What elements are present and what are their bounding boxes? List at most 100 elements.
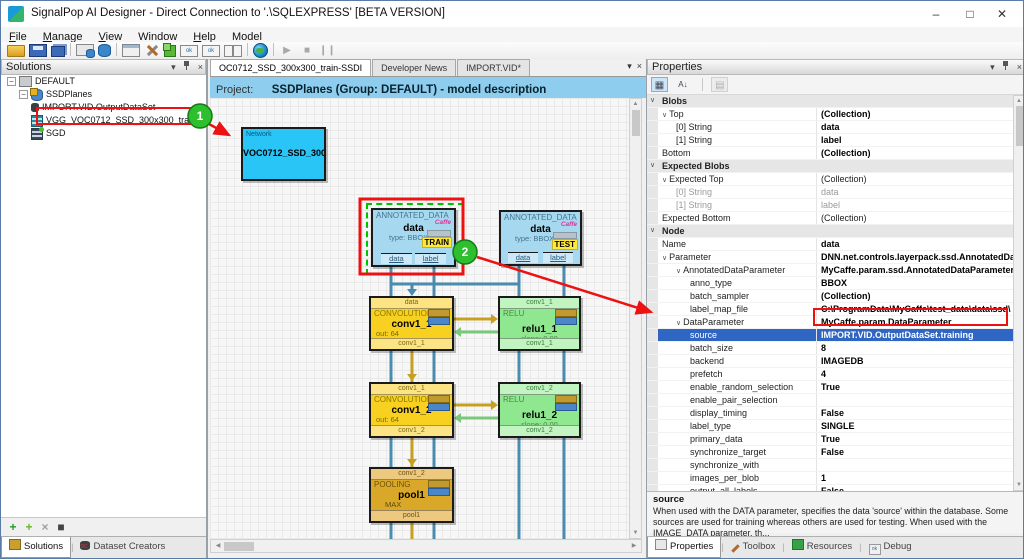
scroll-down-icon[interactable]: ▼: [1014, 481, 1023, 489]
pin-icon[interactable]: [184, 61, 190, 70]
property-label-type[interactable]: label_type SINGLE: [647, 420, 1014, 433]
minimize-button[interactable]: –: [921, 5, 951, 23]
property-batch-size[interactable]: batch_size 8: [647, 342, 1014, 355]
test-window-icon[interactable]: ok: [180, 45, 198, 57]
node-relu1_2[interactable]: conv1_2 RELU relu1_2 slope: 0.00 conv1_2: [498, 382, 581, 438]
tree-item-vgg-voc0712-ssd-300x300-train[interactable]: VGG_VOC0712_SSD_300x300_train: [1, 114, 206, 127]
expand-chevron-icon[interactable]: ∨: [662, 255, 667, 262]
grid-scrollbar[interactable]: ▲ ▼: [1013, 95, 1023, 491]
test-window-2-icon[interactable]: ok: [202, 45, 220, 57]
output-port[interactable]: conv1_1: [500, 338, 579, 349]
input-port[interactable]: conv1_2: [500, 384, 579, 395]
property--1-string[interactable]: [1] String label: [647, 199, 1014, 212]
scrollbar-thumb[interactable]: [1016, 106, 1023, 146]
property-value[interactable]: MyCaffe.param.ssd.AnnotatedDataParameter: [817, 264, 1014, 276]
tab-solutions[interactable]: Solutions: [1, 537, 72, 558]
property-annotateddataparameter[interactable]: ∨ AnnotatedDataParameter MyCaffe.param.ssd…: [647, 264, 1014, 277]
canvas-vertical-scrollbar[interactable]: ▲ ▼: [629, 98, 642, 539]
scroll-up-icon[interactable]: ▲: [1014, 97, 1023, 105]
scrollbar-thumb[interactable]: [632, 110, 640, 136]
stop-icon[interactable]: ■: [299, 43, 315, 57]
node-data-train[interactable]: ANNOTATED_DATA Caffe TRAIN data type: BB…: [371, 208, 456, 267]
property-anno-type[interactable]: anno_type BBOX: [647, 277, 1014, 290]
property-value[interactable]: True: [817, 381, 1014, 393]
property-value[interactable]: (Collection): [817, 212, 1014, 224]
property-top[interactable]: ∨ Top (Collection): [647, 108, 1014, 121]
tab-properties[interactable]: Properties: [647, 537, 722, 558]
document-tab-import-vid-[interactable]: IMPORT.VID*: [457, 59, 530, 76]
property-value[interactable]: C:\ProgramData\MyCaffe\test_data\data\ss…: [817, 303, 1014, 315]
property-value[interactable]: [817, 459, 1014, 471]
run-icon[interactable]: ▶: [279, 43, 295, 57]
property--0-string[interactable]: [0] String data: [647, 186, 1014, 199]
window-position-icon[interactable]: ▾: [990, 62, 995, 72]
output-port[interactable]: conv1_2: [500, 425, 579, 436]
tree-item-default[interactable]: − DEFAULT: [1, 75, 206, 88]
add-icon[interactable]: +: [5, 520, 21, 534]
property-value[interactable]: IMAGEDB: [817, 355, 1014, 367]
database-icon[interactable]: [98, 44, 111, 57]
property-parameter[interactable]: ∨ Parameter DNN.net.controls.layerpack.ssd…: [647, 251, 1014, 264]
document-tab-developer-news[interactable]: Developer News: [372, 59, 457, 76]
input-port[interactable]: conv1_1: [371, 384, 452, 395]
output-port-data[interactable]: data: [381, 253, 412, 264]
property-bottom[interactable]: Bottom (Collection): [647, 147, 1014, 160]
tree-expander-icon[interactable]: −: [7, 77, 16, 87]
property-value[interactable]: False: [817, 446, 1014, 458]
output-port-label[interactable]: label: [415, 253, 446, 264]
expand-chevron-icon[interactable]: ∨: [676, 320, 681, 327]
property-dataparameter[interactable]: ∨ DataParameter MyCaffe.param.DataParamete…: [647, 316, 1014, 329]
property-primary-data[interactable]: primary_data True: [647, 433, 1014, 446]
property-pages-icon[interactable]: ▤: [711, 77, 729, 92]
property-value[interactable]: MyCaffe.param.DataParameter: [817, 316, 1014, 328]
property-name[interactable]: Name data: [647, 238, 1014, 251]
property-value[interactable]: data: [817, 238, 1014, 250]
tab-toolbox[interactable]: Toolbox: [724, 537, 783, 557]
maximize-button[interactable]: □: [955, 5, 985, 23]
scroll-right-icon[interactable]: ▶: [630, 540, 638, 553]
property-value[interactable]: True: [817, 433, 1014, 445]
property-images-per-blob[interactable]: images_per_blob 1: [647, 472, 1014, 485]
property-label-map-file[interactable]: label_map_file C:\ProgramData\MyCaffe\tes…: [647, 303, 1014, 316]
property-source[interactable]: source IMPORT.VID.OutputDataSet.training: [647, 329, 1014, 342]
scrollbar-thumb[interactable]: [224, 542, 254, 551]
tab-list-icon[interactable]: ▾: [627, 61, 632, 71]
property-expected-top[interactable]: ∨ Expected Top (Collection): [647, 173, 1014, 186]
document-tab-oc0712-ssd-300x300-train-ssdi[interactable]: OC0712_SSD_300x300_train-SSDI: [210, 59, 372, 76]
expand-chevron-icon[interactable]: ∨: [662, 112, 667, 119]
node-conv1_1[interactable]: data CONVOLUTION conv1_1 out: 64 k: 3, s…: [369, 296, 454, 351]
property-prefetch[interactable]: prefetch 4: [647, 368, 1014, 381]
property-value[interactable]: (Collection): [817, 173, 1014, 185]
property-value[interactable]: label: [817, 199, 1014, 211]
model-canvas[interactable]: Network VOC0712_SSD_300x3 ANNOTATED_DATA…: [210, 98, 629, 539]
expand-chevron-icon[interactable]: ∨: [662, 177, 667, 184]
add-group-icon[interactable]: +: [21, 520, 37, 534]
alphabetical-sort-icon[interactable]: A↓: [674, 77, 691, 92]
globe-icon[interactable]: [253, 43, 268, 58]
expand-chevron-icon[interactable]: ∨: [676, 268, 681, 275]
save-icon[interactable]: [29, 44, 47, 57]
dataset-window-icon[interactable]: [76, 44, 95, 58]
property-value[interactable]: False: [817, 407, 1014, 419]
save-all-icon[interactable]: [51, 46, 65, 57]
properties-window-icon[interactable]: [122, 44, 140, 57]
property-value[interactable]: [817, 394, 1014, 406]
property-value[interactable]: 4: [817, 368, 1014, 380]
tab-resources[interactable]: Resources: [785, 537, 859, 557]
output-port[interactable]: conv1_2: [371, 425, 452, 436]
category-expected-blobs[interactable]: ∨ Expected Blobs: [647, 160, 1014, 173]
package-green-icon[interactable]: [163, 43, 176, 57]
property--0-string[interactable]: [0] String data: [647, 121, 1014, 134]
tools-icon[interactable]: [144, 44, 160, 58]
close-document-icon[interactable]: ×: [637, 61, 642, 71]
delete-icon[interactable]: ×: [37, 520, 53, 534]
node-data-test[interactable]: ANNOTATED_DATA Caffe TEST data type: BBO…: [499, 210, 582, 266]
property-value[interactable]: 1: [817, 472, 1014, 484]
tab-dataset-creators[interactable]: Dataset Creators: [73, 537, 172, 557]
scroll-up-icon[interactable]: ▲: [630, 100, 641, 108]
property-enable-random-selection[interactable]: enable_random_selection True: [647, 381, 1014, 394]
property-backend[interactable]: backend IMAGEDB: [647, 355, 1014, 368]
category-blobs[interactable]: ∨ Blobs: [647, 95, 1014, 108]
tab-debug[interactable]: ok Debug: [862, 537, 919, 557]
window-position-icon[interactable]: ▾: [171, 62, 176, 72]
